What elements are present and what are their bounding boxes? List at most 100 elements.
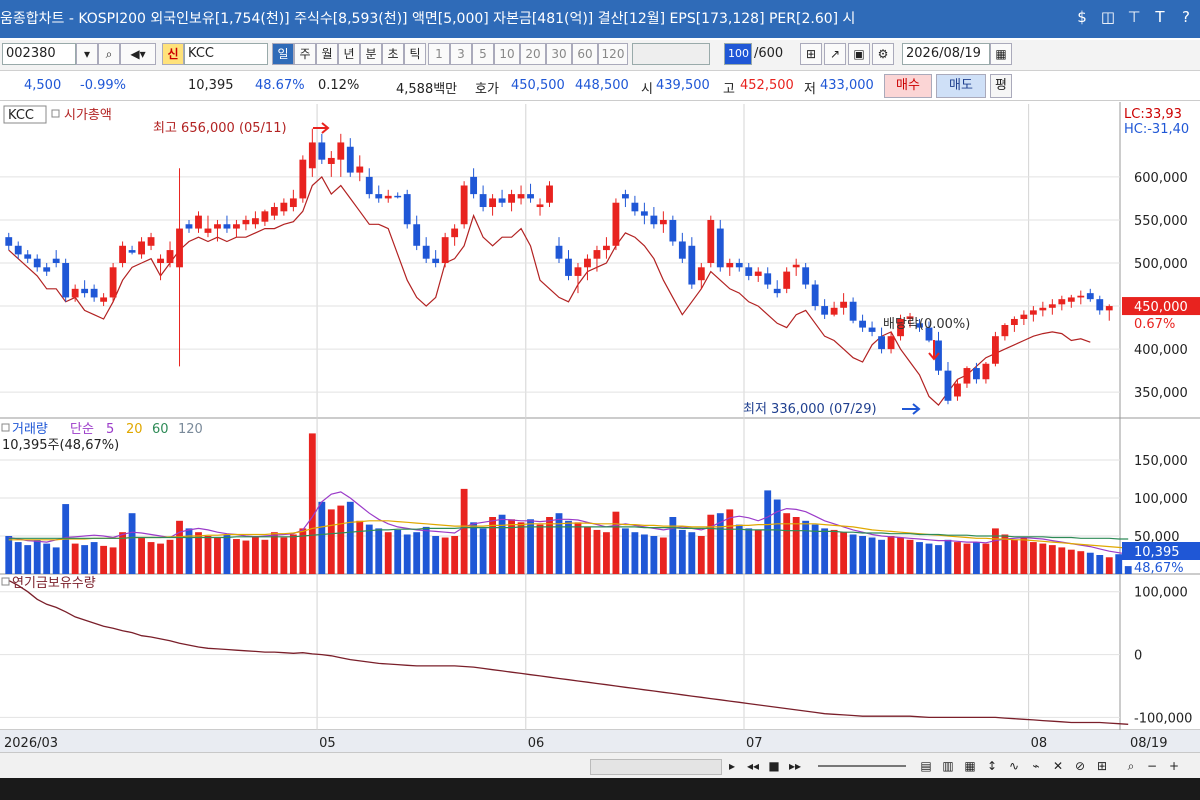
volume-bar [916,542,923,574]
minute-30[interactable]: 30 [546,43,572,65]
candle-body [176,228,183,268]
period-day[interactable]: 일 [272,43,294,65]
minute-3[interactable]: 3 [450,43,472,65]
candle-body [356,166,364,173]
cross-icon[interactable]: ✕ [1050,757,1066,775]
volume-bar [1124,566,1132,574]
period-month[interactable]: 월 [316,43,338,65]
candle-body [498,198,506,203]
zoom-icon[interactable]: ⌕ [1122,757,1140,775]
plus-icon[interactable]: + [1166,757,1182,775]
forward-icon[interactable]: ▸▸ [786,757,804,775]
play-icon[interactable]: ▸ [724,757,740,775]
zoom-slider[interactable] [818,765,906,767]
candle-body [954,383,961,397]
wave-icon[interactable]: ∿ [1006,757,1022,775]
candle-body [166,250,174,263]
candle-body [157,258,164,263]
candle-body [982,363,990,380]
trend-icon[interactable]: ⌁ [1028,757,1044,775]
quote-bar: 4,500 -0.99% 10,395 48.67% 0.12% 4,588백만… [0,72,1200,101]
stop-icon[interactable]: ■ [766,757,782,775]
minute-20[interactable]: 20 [520,43,546,65]
candle-body [527,194,534,199]
save-icon[interactable]: ▣ [848,43,870,65]
minute-120[interactable]: 120 [598,43,628,65]
minute-60[interactable]: 60 [572,43,598,65]
candle-body [261,211,269,222]
layout3-icon[interactable]: ▦ [962,757,978,775]
period-week[interactable]: 주 [294,43,316,65]
add-indicator-icon[interactable]: ⊞ [800,43,822,65]
period-minute[interactable]: 분 [360,43,382,65]
candle-body [735,263,743,268]
layout-icon[interactable]: ▤ [918,757,934,775]
gear-icon[interactable]: ⚙ [872,43,894,65]
candle-body [536,204,544,208]
minute-5[interactable]: 5 [472,43,494,65]
price-tick-label: 350,000 [1134,386,1188,401]
title-bar: 움종합차트 - KOSPI200 외국인보유[1,754(천)] 주식수[8,5… [0,0,1200,38]
pin-icon[interactable]: ⊤ [1126,8,1142,26]
chart-area[interactable]: 2026/030506070808/19350,000400,000450,00… [0,102,1200,758]
date-input[interactable]: 2026/08/19 [902,43,990,65]
volume-bar [432,536,440,574]
chart-svg[interactable]: 2026/030506070808/19350,000400,000450,00… [0,102,1200,758]
font-icon[interactable]: T [1152,8,1168,26]
stock-code-input[interactable]: 002380 [2,43,76,65]
restore-icon[interactable]: ◫ [1100,8,1116,26]
candle-body [688,245,696,285]
volume-bar [991,528,999,574]
high-price: 452,500 [740,78,794,93]
volume-bar [479,528,487,574]
volume-bar [659,537,667,574]
candle-body [669,219,677,242]
candle [612,198,620,251]
avg-button[interactable]: 평 [990,74,1012,98]
calendar-icon[interactable]: ▦ [990,43,1012,65]
volume-bar [365,524,373,574]
candle-body [697,267,705,281]
candle-body [631,202,639,212]
volume-bar [337,505,345,574]
candle-body [337,142,345,160]
candle-body [384,195,392,199]
period-second[interactable]: 초 [382,43,404,65]
layout2-icon[interactable]: ▥ [940,757,956,775]
search-icon[interactable]: ⌕ [98,43,120,65]
buy-button[interactable]: 매수 [884,74,932,98]
volume-bar [707,514,715,574]
grid-icon[interactable]: ⊞ [1094,757,1110,775]
candle-body [593,250,601,259]
count-input[interactable]: 100 [724,43,752,65]
period-year[interactable]: 년 [338,43,360,65]
lc-label: LC:33,93 [1124,107,1182,122]
rewind-icon[interactable]: ◂◂ [744,757,762,775]
speaker-icon[interactable]: ◀▾ [120,43,156,65]
candle-body [1067,297,1075,302]
arrow-icon[interactable]: ↕ [984,757,1000,775]
volume-bar [90,542,98,574]
candle-body [783,271,791,289]
custom-period-dropdown[interactable] [632,43,710,65]
code-dropdown-icon[interactable]: ▾ [76,43,98,65]
volume-bar [71,543,79,574]
volume-bar [697,536,705,574]
candle-body [109,267,117,298]
stock-name-field[interactable]: KCC [184,43,268,65]
scrollbar[interactable] [590,759,722,775]
badge-new: 신 [162,43,184,65]
volume-bar [944,539,952,574]
legend-ma20: 20 [126,422,143,437]
paint-icon[interactable]: ⊘ [1072,757,1088,775]
candle-body [147,237,155,246]
hc-label: HC:-31,40 [1124,122,1189,137]
minute-10[interactable]: 10 [494,43,520,65]
dollar-icon[interactable]: $ [1074,8,1090,26]
period-tick[interactable]: 틱 [404,43,426,65]
help-icon[interactable]: ? [1178,8,1194,26]
minute-1[interactable]: 1 [428,43,450,65]
draw-tool-icon[interactable]: ↗ [824,43,846,65]
minus-icon[interactable]: − [1144,757,1160,775]
sell-button[interactable]: 매도 [936,74,986,98]
